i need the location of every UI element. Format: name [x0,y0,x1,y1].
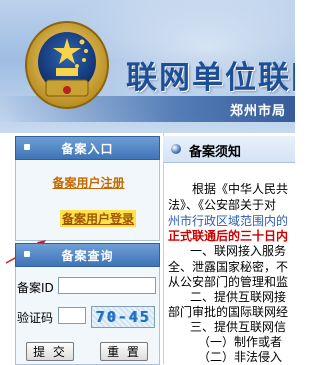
site-subtitle: 郑州市局 [230,104,287,119]
filing-entry-header: 备案入口 [15,136,160,160]
square-bullet-icon [24,251,30,257]
register-link[interactable]: 备案用户注册 [16,174,161,191]
captcha-input[interactable] [58,307,86,324]
notice-line: （二）非法侵入 [198,350,283,364]
filing-query-heading: 备案查询 [61,248,114,263]
notice-line: （一）制作或者 [198,335,283,349]
filing-id-label: 备案ID [17,281,54,295]
notice-line: 三、提供互联网信 [190,320,287,334]
notice-line: 根据《中华人民共 [192,182,289,196]
filing-query-header: 备案查询 [15,243,160,267]
filing-id-input[interactable] [58,277,156,294]
notice-line: 二、提供互联网接 [190,290,287,304]
round-bullet-icon [171,144,181,154]
notice-line: 从公安部门的管理和监 [168,275,289,289]
notice-line: 一、联网接入服务 [190,244,287,258]
notice-line: 州市行政区域范围内的 [168,214,289,228]
site-title: 联网单位联网 [126,60,295,96]
submit-button[interactable]: 提 交 [26,342,74,361]
square-bullet-icon [24,144,30,150]
filing-entry-heading: 备案入口 [61,141,114,156]
notice-line: 部门审批的国际联网经 [168,305,289,319]
notice-line: 全、泄露国家秘密，不 [168,260,289,274]
filing-entry-panel: 备案用户注册 备案用户登录 [15,160,160,241]
captcha-image[interactable]: 70-45 [91,306,155,328]
login-link[interactable]: 备案用户登录 [60,210,137,227]
police-emblem-icon [25,21,109,109]
reset-button[interactable]: 重 置 [100,342,148,361]
notice-line: 正式联通后的三十日内 [168,229,289,243]
notice-header: 备案须知 [163,136,295,163]
notice-title: 备案须知 [189,145,242,160]
captcha-label: 验证码 [17,311,54,325]
notice-line: 法》、《公安部关于对 [168,198,277,212]
site-banner: 联网单位联网 郑州市局 [0,0,295,133]
column-divider [163,133,164,364]
